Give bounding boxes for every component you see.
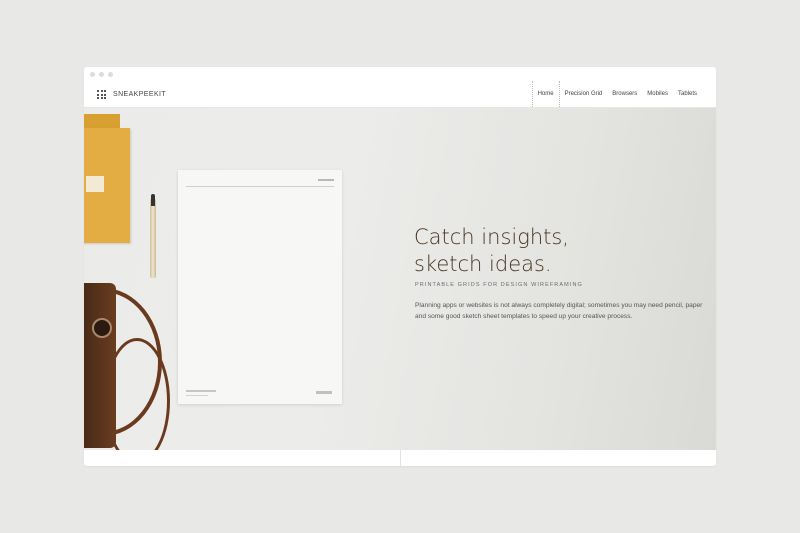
browser-window: SNEAKPEEKIT Home Precision Grid Browsers…: [84, 67, 716, 466]
window-minimize-dot[interactable]: [99, 72, 104, 77]
hero-headline-line-2: sketch ideas.: [414, 252, 552, 276]
window-titlebar: [84, 67, 716, 81]
brand-logo-text[interactable]: SNEAKPEEKIT: [113, 90, 166, 99]
yellow-notebook-image: [84, 128, 130, 243]
window-maximize-dot[interactable]: [108, 72, 113, 77]
nav-item-browsers[interactable]: Browsers: [607, 81, 642, 107]
nav-item-home[interactable]: Home: [531, 81, 560, 107]
nav-item-precision-grid[interactable]: Precision Grid: [560, 81, 608, 107]
camera-image: [84, 283, 116, 448]
printable-grid-sheet-image: [178, 170, 342, 404]
sheet-header-mark: [318, 179, 334, 181]
hero-headline-line-1: Catch insights,: [414, 225, 569, 249]
nav-item-tablets[interactable]: Tablets: [673, 81, 702, 107]
pencil-image: [150, 198, 156, 278]
pencil-tip-image: [151, 194, 155, 206]
camera-ring-image: [92, 318, 112, 338]
notebook-label: [86, 176, 104, 192]
nav-item-mobiles[interactable]: Mobiles: [642, 81, 673, 107]
sheet-footer-mark-2: [186, 395, 208, 396]
main-nav: Home Precision Grid Browsers Mobiles Tab…: [531, 81, 702, 107]
sheet-header-line: [186, 186, 334, 187]
hero-description: Planning apps or websites is not always …: [415, 302, 703, 320]
window-close-dot[interactable]: [90, 72, 95, 77]
hero-headline: Catch insights, sketch ideas.: [414, 224, 674, 278]
sheet-footer-mark: [186, 390, 216, 392]
hero-section: Catch insights, sketch ideas. PRINTABLE …: [84, 108, 716, 450]
content-divider: [400, 450, 401, 466]
hero-subheading: PRINTABLE GRIDS FOR DESIGN WIREFRAMING: [415, 282, 583, 288]
site-header: SNEAKPEEKIT Home Precision Grid Browsers…: [84, 81, 716, 108]
sheet-footer-logo: [316, 391, 332, 394]
grid-dots-icon[interactable]: [97, 90, 106, 99]
content-strip: [84, 450, 716, 466]
